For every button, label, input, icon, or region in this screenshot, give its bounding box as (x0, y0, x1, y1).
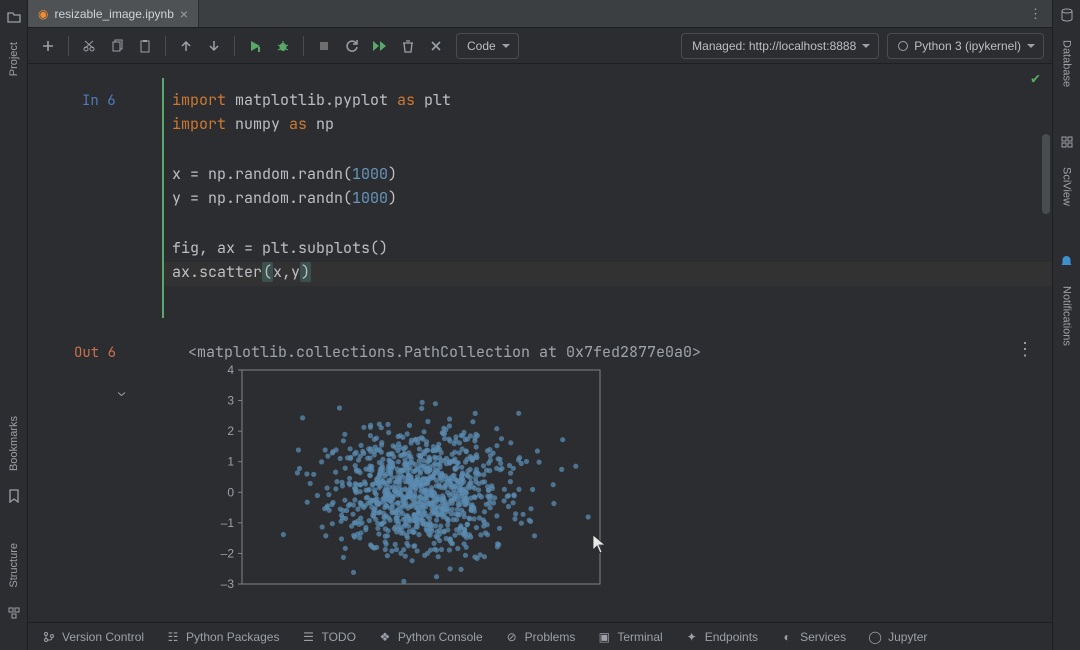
output-text: <matplotlib.collections.PathCollection a… (188, 342, 701, 362)
code-area[interactable]: ✔ import matplotlib.pyplot as plt import… (164, 64, 1052, 622)
tab-label: resizable_image.ipynb (54, 7, 173, 21)
python-icon: ❖ (378, 630, 392, 644)
checkmark-icon: ✔ (1031, 68, 1040, 88)
sciview-icon[interactable] (1060, 135, 1074, 149)
notifications-icon[interactable] (1060, 254, 1074, 268)
rail-item-project[interactable]: Project (8, 36, 20, 82)
svg-text:–2: –2 (221, 546, 235, 560)
services-icon: ◐ (780, 630, 794, 644)
problems-icon: ⊘ (505, 630, 519, 644)
bb-problems[interactable]: ⊘Problems (505, 630, 576, 644)
bb-jupyter[interactable]: ◯Jupyter (868, 630, 927, 644)
delete-button[interactable] (396, 34, 420, 58)
endpoints-icon: ✦ (685, 630, 699, 644)
notebook-toolbar: Code Managed: http://localhost:8888 Pyth… (28, 28, 1052, 64)
kernel-label: Python 3 (ipykernel) (914, 39, 1021, 53)
editor-tabs: ◉ resizable_image.ipynb × ⋮ (28, 0, 1052, 28)
rail-item-structure[interactable]: Structure (8, 537, 20, 594)
collapse-output-icon[interactable]: ⌄ (118, 384, 125, 400)
separator (303, 36, 304, 56)
rail-item-notifications[interactable]: Notifications (1061, 280, 1073, 352)
rail-item-database[interactable]: Database (1061, 34, 1073, 93)
svg-text:–1: –1 (221, 516, 235, 530)
run-cell-button[interactable] (243, 34, 267, 58)
main-pane: ◉ resizable_image.ipynb × ⋮ Code Managed… (28, 0, 1052, 650)
kernel-status-icon (898, 41, 908, 51)
move-down-button[interactable] (202, 34, 226, 58)
project-icon[interactable] (7, 10, 21, 24)
paste-button[interactable] (133, 34, 157, 58)
server-label: Managed: http://localhost:8888 (692, 39, 856, 53)
code-line[interactable]: fig, ax = plt.subplots() (172, 238, 388, 258)
cell-type-label: Code (467, 39, 496, 53)
separator (68, 36, 69, 56)
tabs-overflow-icon[interactable]: ⋮ (1019, 0, 1052, 27)
svg-text:0: 0 (227, 485, 234, 499)
structure-icon[interactable] (7, 606, 21, 620)
server-dropdown[interactable]: Managed: http://localhost:8888 (681, 33, 879, 59)
branch-icon (42, 630, 56, 644)
bb-todo[interactable]: ☰TODO (301, 630, 355, 644)
separator (165, 36, 166, 56)
svg-text:4: 4 (227, 364, 234, 377)
editor-body[interactable]: In 6 Out 6 ⌄ ✔ import matplotlib.pyplot … (28, 64, 1052, 622)
code-line[interactable]: ax.scatter(x,y) (172, 262, 311, 282)
run-all-button[interactable] (368, 34, 392, 58)
tab-resizable-image[interactable]: ◉ resizable_image.ipynb × (28, 0, 199, 27)
kernel-dropdown[interactable]: Python 3 (ipykernel) (887, 33, 1044, 59)
cell-in-label: In 6 (82, 92, 116, 110)
bb-python-console[interactable]: ❖Python Console (378, 630, 483, 644)
svg-text:3: 3 (227, 394, 234, 408)
scatter-chart: –3 –2 –1 0 1 2 3 4 (194, 364, 604, 594)
editor-gutter: In 6 Out 6 ⌄ (28, 64, 164, 622)
bottom-tool-bar: Version Control ☷Python Packages ☰TODO ❖… (28, 622, 1052, 650)
cut-button[interactable] (77, 34, 101, 58)
clear-output-button[interactable] (424, 34, 448, 58)
stop-button[interactable] (312, 34, 336, 58)
svg-text:1: 1 (227, 455, 234, 469)
terminal-icon: ▣ (597, 630, 611, 644)
debug-button[interactable] (271, 34, 295, 58)
right-tool-rail: Database SciView Notifications (1052, 0, 1080, 650)
left-tool-rail: Project Bookmarks Structure (0, 0, 28, 650)
database-icon[interactable] (1060, 8, 1074, 22)
svg-text:–3: –3 (221, 577, 235, 591)
bb-version-control[interactable]: Version Control (42, 630, 144, 644)
svg-text:2: 2 (227, 424, 234, 438)
separator (234, 36, 235, 56)
bb-terminal[interactable]: ▣Terminal (597, 630, 662, 644)
code-line[interactable]: import matplotlib.pyplot as plt (172, 90, 451, 110)
jupyter-file-icon: ◉ (38, 7, 48, 21)
bb-python-packages[interactable]: ☷Python Packages (166, 630, 279, 644)
list-icon: ☰ (301, 630, 315, 644)
rail-item-bookmarks[interactable]: Bookmarks (8, 410, 20, 477)
vertical-scrollbar[interactable] (1042, 134, 1050, 214)
code-line[interactable]: x = np.random.randn(1000) (172, 164, 397, 184)
bookmark-icon[interactable] (7, 489, 21, 503)
cell-type-dropdown[interactable]: Code (456, 33, 519, 59)
cell-out-label: Out 6 (74, 344, 116, 362)
bb-endpoints[interactable]: ✦Endpoints (685, 630, 758, 644)
move-up-button[interactable] (174, 34, 198, 58)
packages-icon: ☷ (166, 630, 180, 644)
jupyter-icon: ◯ (868, 630, 882, 644)
restart-button[interactable] (340, 34, 364, 58)
bb-services[interactable]: ◐Services (780, 630, 846, 644)
rail-item-sciview[interactable]: SciView (1061, 161, 1073, 212)
output-menu-icon[interactable]: ⋮ (1016, 338, 1034, 361)
close-icon[interactable]: × (180, 6, 188, 22)
copy-button[interactable] (105, 34, 129, 58)
add-cell-button[interactable] (36, 34, 60, 58)
code-line[interactable]: import numpy as np (172, 114, 334, 134)
code-line[interactable]: y = np.random.randn(1000) (172, 188, 397, 208)
